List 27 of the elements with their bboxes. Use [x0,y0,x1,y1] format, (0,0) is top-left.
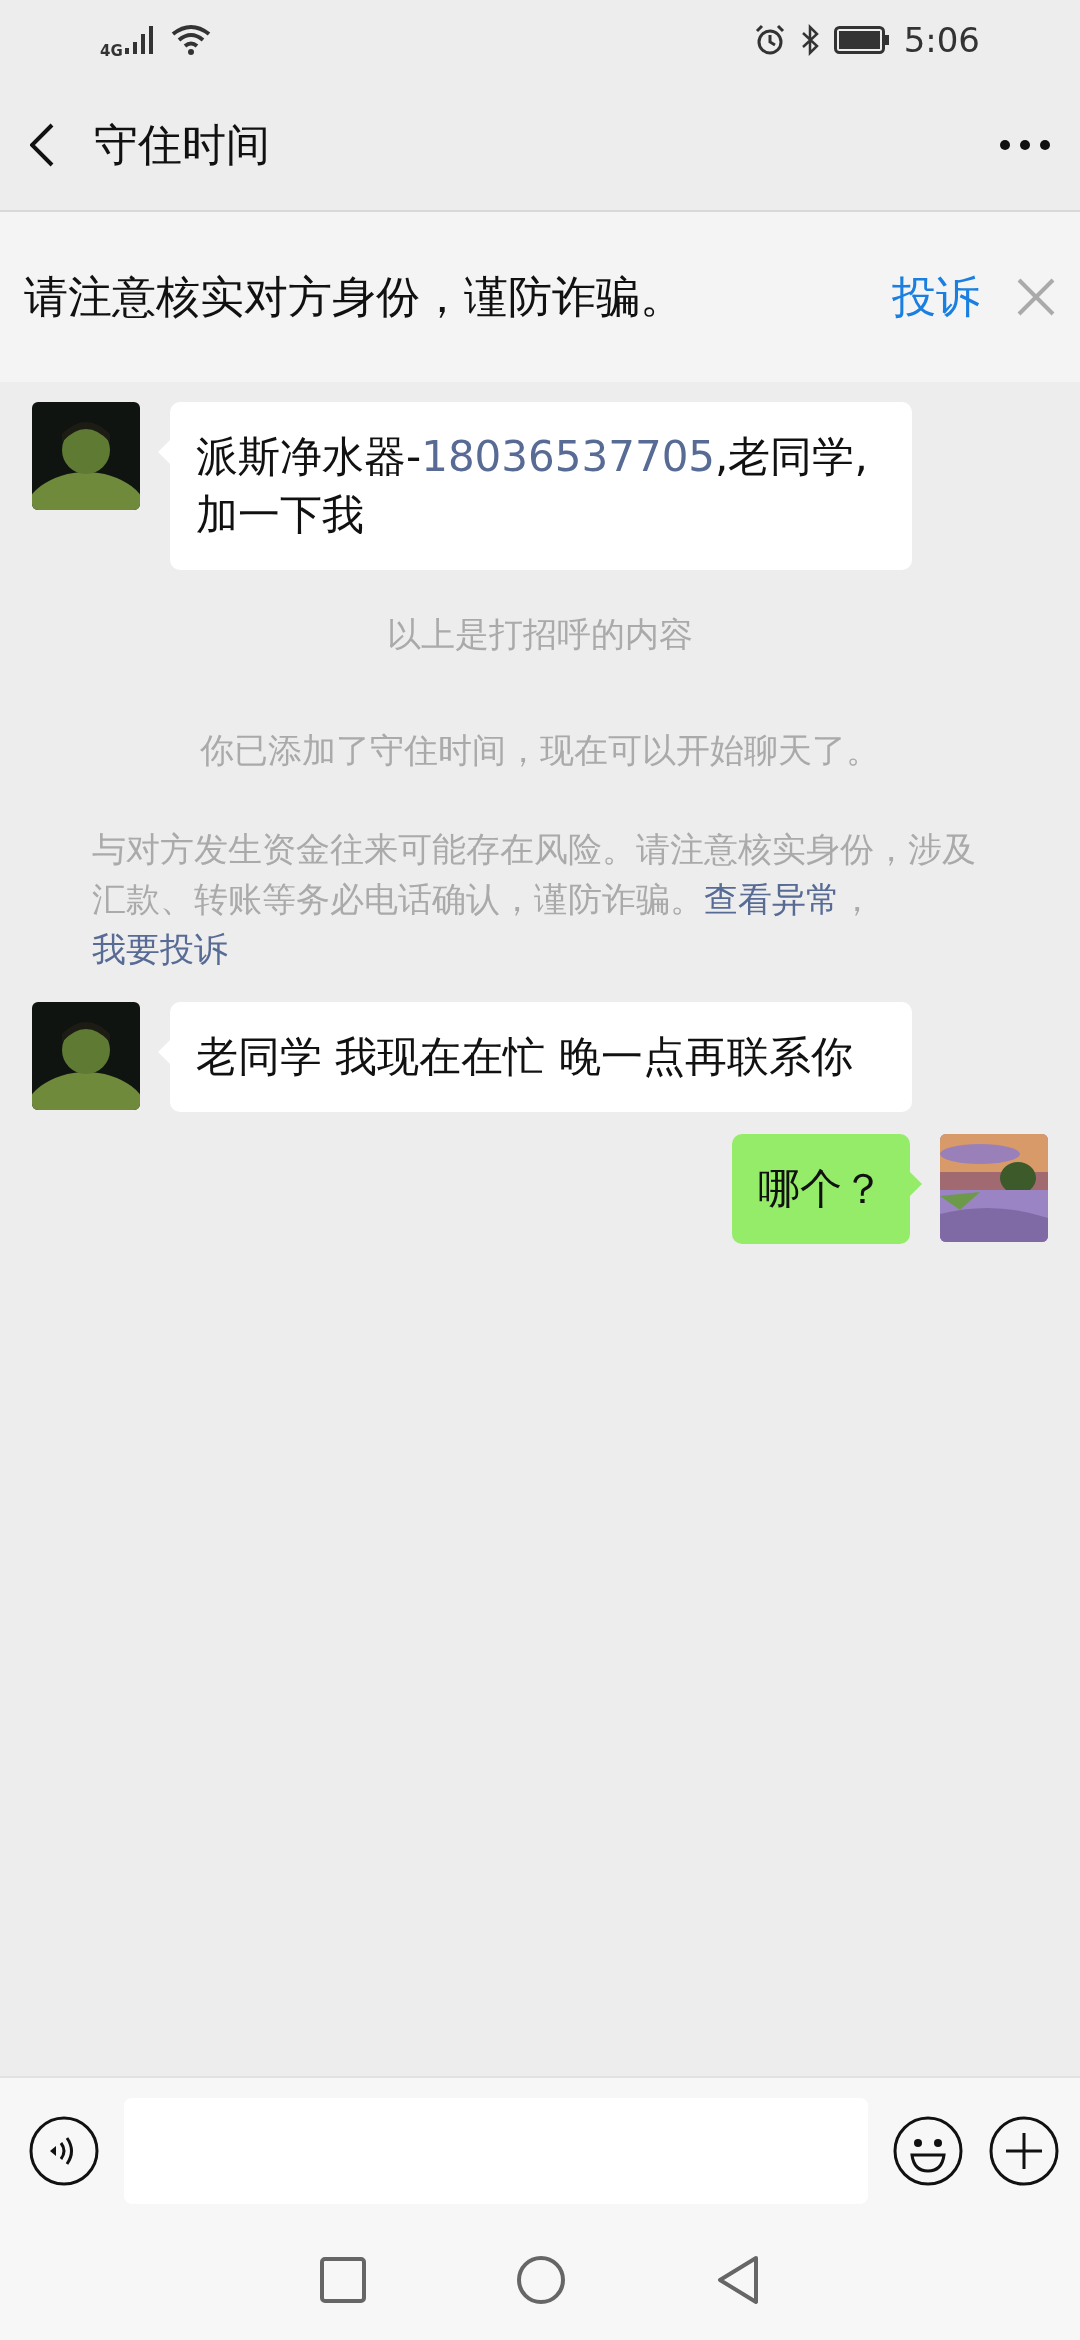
system-message: 你已添加了守住时间，现在可以开始聊天了。 [199,729,881,772]
chat-title: 守住时间 [94,117,271,172]
back-nav-icon[interactable] [716,2255,760,2305]
more-icon[interactable] [1000,140,1050,150]
message-bubble[interactable]: 老同学 我现在在忙 晚一点再联系你 [170,1002,912,1112]
link[interactable]: 我要投诉 [92,929,228,969]
warning-text: 请注意核实对方身份，谨防诈骗。 [24,269,685,324]
report-link[interactable]: 投诉 [892,267,980,327]
message-bubble[interactable]: 哪个？ [732,1134,910,1244]
recents-icon[interactable] [320,2257,366,2303]
plus-icon[interactable] [988,2115,1060,2187]
voice-icon[interactable] [28,2115,100,2187]
battery-icon [833,26,890,54]
avatar[interactable] [32,402,140,510]
alarm-icon [753,24,786,56]
wifi-icon [170,24,211,56]
risk-notice: 与对方发生资金往来可能存在风险。请注意核实身份，涉及汇款、转账等务必电话确认，谨防诈骗。查看异常， 我要投诉 [91,828,977,971]
avatar[interactable] [32,1002,140,1110]
clock-time: 5:06 [903,20,980,60]
link[interactable]: 18036537705 [421,432,716,481]
home-icon[interactable] [516,2255,566,2305]
back-icon[interactable] [30,123,54,167]
emoji-icon[interactable] [892,2115,964,2187]
system-message: 以上是打招呼的内容 [386,613,694,656]
message-bubble[interactable]: 派斯净水器-18036537705,老同学,加一下我 [170,402,912,570]
link[interactable]: 查看异常 [704,879,840,919]
network-type: 4G [100,42,123,60]
